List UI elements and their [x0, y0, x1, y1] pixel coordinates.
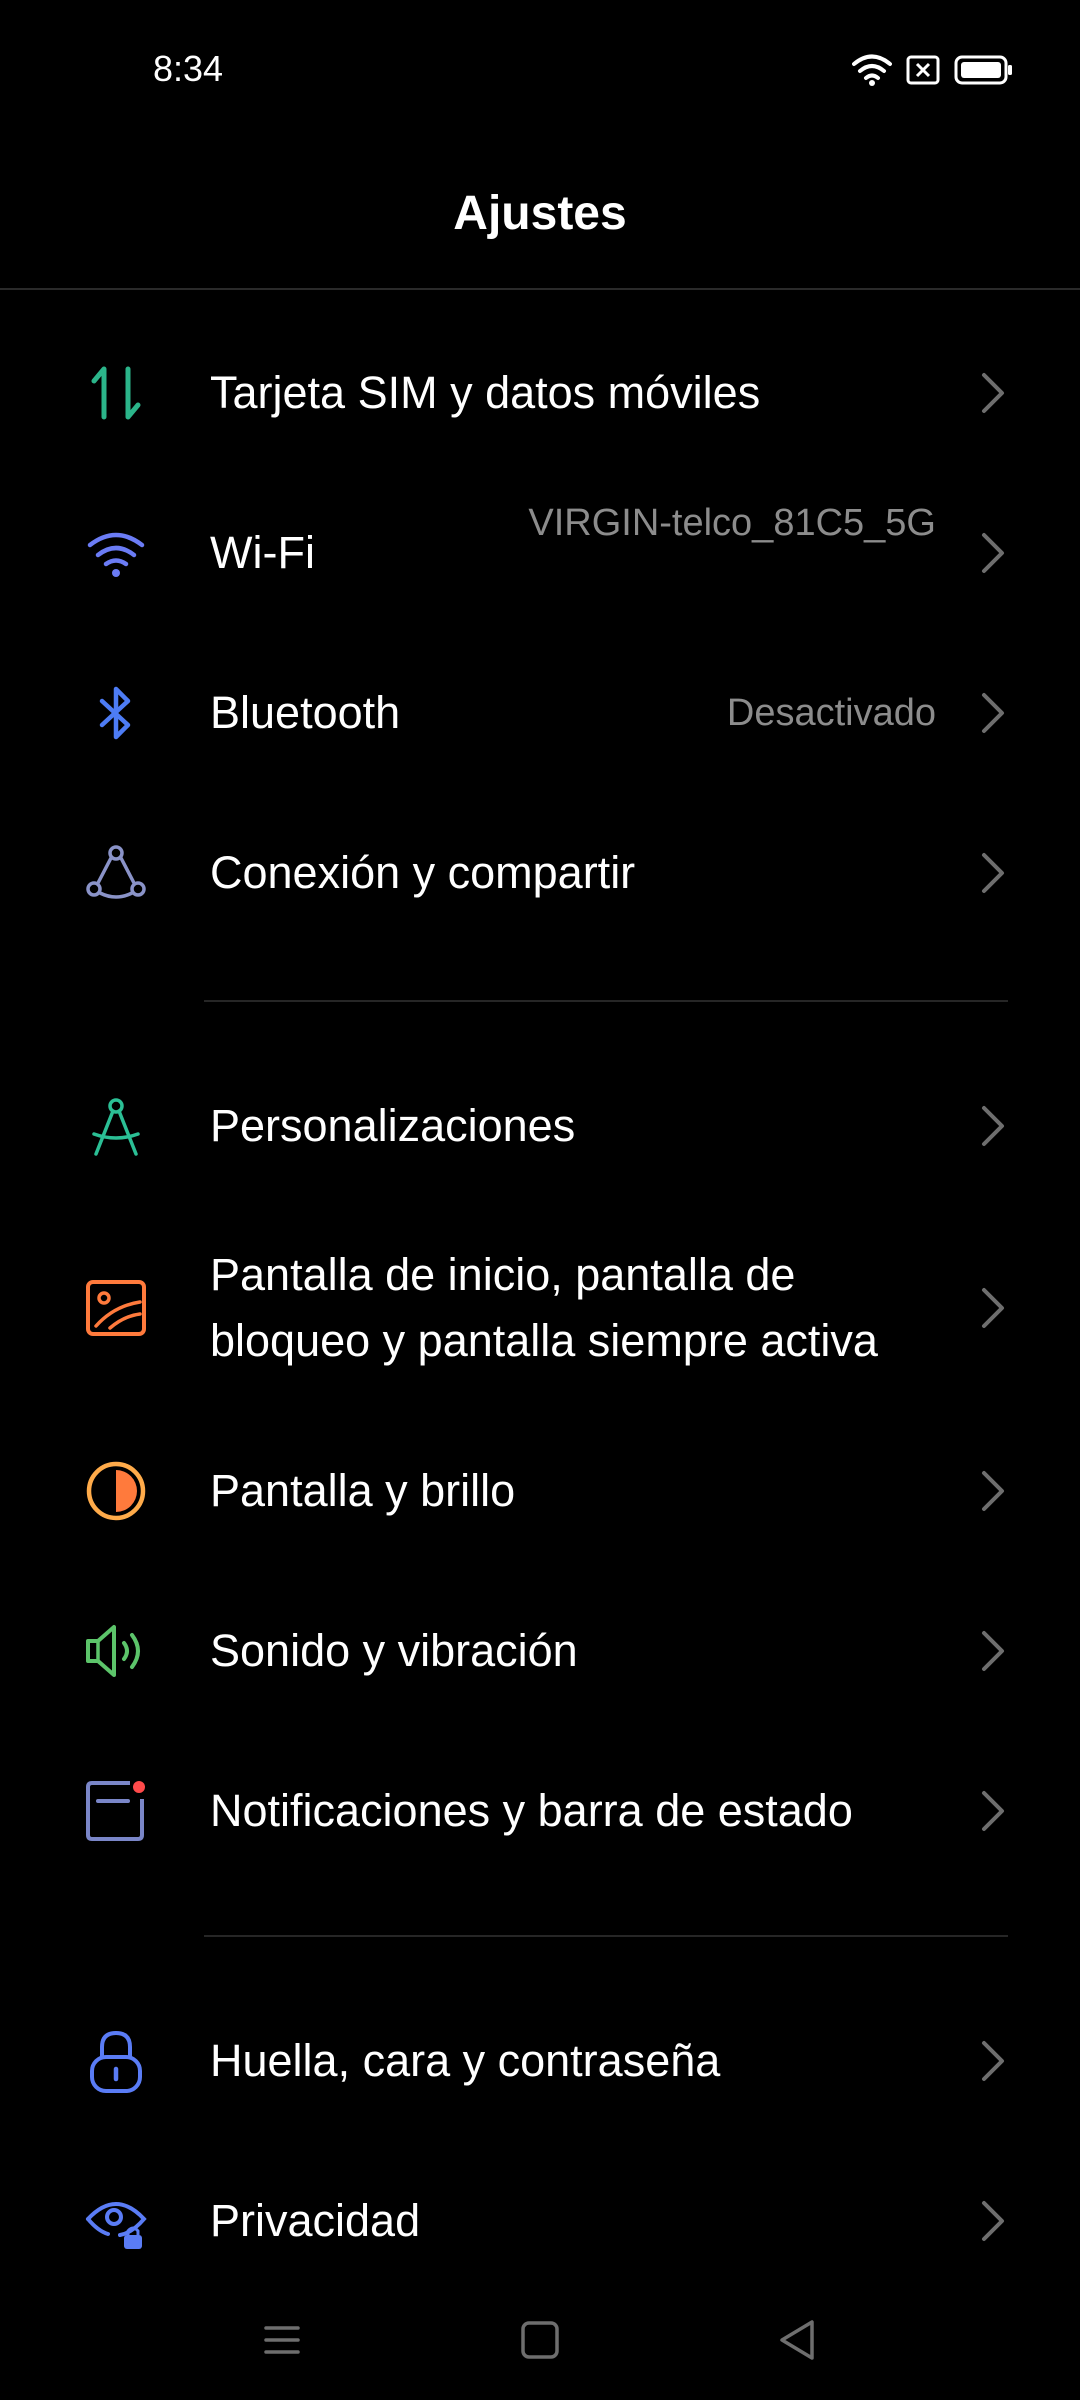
sim-data-icon — [84, 361, 148, 425]
back-icon[interactable] — [768, 2310, 828, 2370]
settings-item-privacy[interactable]: Privacidad — [0, 2141, 1080, 2301]
bluetooth-status: Desactivado — [726, 692, 936, 734]
wifi-icon — [852, 53, 892, 92]
chevron-right-icon — [978, 1627, 1008, 1675]
chevron-right-icon — [978, 849, 1008, 897]
settings-item-personalization[interactable]: Personalizaciones — [0, 1046, 1080, 1206]
settings-item-sound-vibration[interactable]: Sonido y vibración — [0, 1571, 1080, 1731]
chevron-right-icon — [978, 1284, 1008, 1332]
wifi-icon — [84, 521, 148, 585]
settings-item-notifications[interactable]: Notificaciones y barra de estado — [0, 1731, 1080, 1891]
page-header: Ajustes — [0, 140, 1080, 290]
settings-item-display-brightness[interactable]: Pantalla y brillo — [0, 1411, 1080, 1571]
settings-item-label: Tarjeta SIM y datos móviles — [210, 367, 761, 418]
home-icon[interactable] — [510, 2310, 570, 2370]
menu-icon[interactable] — [252, 2310, 312, 2370]
privacy-eye-icon — [84, 2189, 148, 2253]
bluetooth-icon — [84, 681, 148, 745]
status-bar: 8:34 — [0, 0, 1080, 140]
chevron-right-icon — [978, 2197, 1008, 2245]
settings-item-label: Bluetooth — [210, 687, 401, 738]
chevron-right-icon — [978, 369, 1008, 417]
notification-icon — [84, 1779, 148, 1843]
no-sim-icon — [906, 55, 940, 90]
navigation-bar — [0, 2290, 1080, 2400]
settings-item-sim-data[interactable]: Tarjeta SIM y datos móviles — [0, 313, 1080, 473]
compass-icon — [84, 1094, 148, 1158]
settings-item-bluetooth[interactable]: Bluetooth Desactivado — [0, 633, 1080, 793]
section-divider — [204, 1000, 1008, 1002]
status-time: 8:34 — [153, 48, 224, 89]
battery-icon — [954, 55, 1014, 90]
wifi-network-name: VIRGIN-telco_81C5_5G — [528, 502, 936, 544]
settings-item-label: Wi-Fi — [210, 527, 315, 578]
settings-item-label: Notificaciones y barra de estado — [210, 1785, 853, 1836]
settings-item-label: Huella, cara y contraseña — [210, 2035, 721, 2086]
lock-icon — [84, 2029, 148, 2093]
status-icons — [852, 54, 1014, 90]
settings-item-label: Sonido y vibración — [210, 1625, 578, 1676]
settings-item-fingerprint-face-password[interactable]: Huella, cara y contraseña — [0, 1981, 1080, 2141]
settings-item-connection-sharing[interactable]: Conexión y compartir — [0, 793, 1080, 953]
settings-item-home-lock-screen[interactable]: Pantalla de inicio, pantalla de bloqueo … — [0, 1206, 1080, 1411]
chevron-right-icon — [978, 1787, 1008, 1835]
settings-item-wifi[interactable]: Wi-Fi VIRGIN-telco_81C5_5G — [0, 473, 1080, 633]
settings-item-label: Personalizaciones — [210, 1100, 576, 1151]
chevron-right-icon — [978, 2037, 1008, 2085]
brightness-icon — [84, 1459, 148, 1523]
connection-sharing-icon — [84, 841, 148, 905]
settings-item-label: Conexión y compartir — [210, 847, 636, 898]
settings-item-label: Pantalla de inicio, pantalla de bloqueo … — [210, 1249, 878, 1366]
speaker-icon — [84, 1619, 148, 1683]
chevron-right-icon — [978, 1467, 1008, 1515]
section-divider — [204, 1935, 1008, 1937]
settings-item-label: Privacidad — [210, 2195, 421, 2246]
chevron-right-icon — [978, 529, 1008, 577]
wallpaper-icon — [84, 1276, 148, 1340]
chevron-right-icon — [978, 689, 1008, 737]
chevron-right-icon — [978, 1102, 1008, 1150]
page-title: Ajustes — [453, 187, 627, 240]
settings-item-label: Pantalla y brillo — [210, 1465, 516, 1516]
